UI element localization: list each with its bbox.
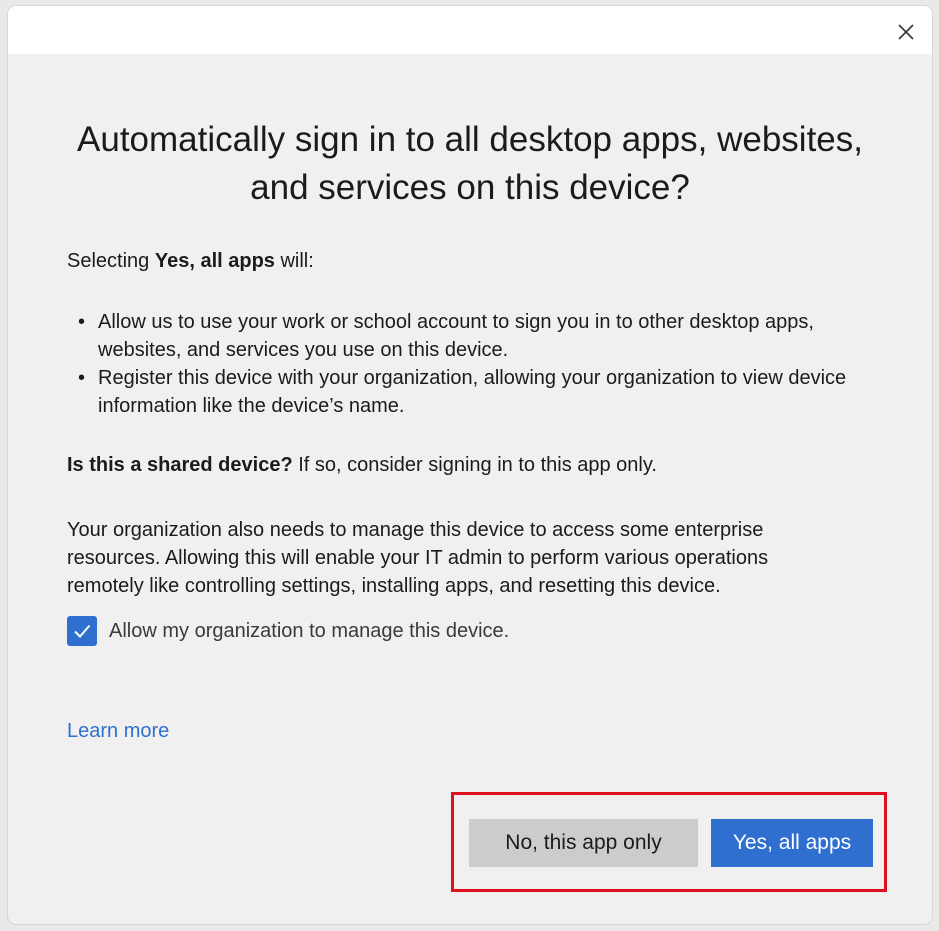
manage-device-checkbox-row[interactable]: Allow my organization to manage this dev… [67, 616, 509, 646]
intro-bold: Yes, all apps [154, 250, 275, 272]
manage-device-checkbox-label: Allow my organization to manage this dev… [109, 619, 510, 642]
bullet-item: Register this device with your organizat… [67, 364, 887, 420]
learn-more-link[interactable]: Learn more [67, 720, 169, 743]
dialog: Automatically sign in to all desktop app… [8, 6, 932, 924]
yes-all-apps-button[interactable]: Yes, all apps [711, 819, 873, 867]
intro-suffix: will: [274, 250, 314, 272]
checkmark-icon [74, 624, 91, 638]
bullet-item: Allow us to use your work or school acco… [67, 308, 887, 364]
shared-device-question: Is this a shared device? [67, 454, 293, 476]
manage-device-checkbox[interactable] [67, 616, 97, 646]
no-this-app-only-button[interactable]: No, this app only [469, 819, 698, 867]
close-button[interactable] [892, 18, 920, 46]
consent-bullet-list: Allow us to use your work or school acco… [67, 308, 887, 420]
shared-device-hint: If so, consider signing in to this app o… [292, 454, 657, 476]
manage-device-text: Your organization also needs to manage t… [67, 519, 769, 597]
intro-prefix: Selecting [67, 250, 155, 272]
dialog-heading: Automatically sign in to all desktop app… [77, 120, 863, 207]
close-icon [898, 24, 914, 40]
shared-device-text: Is this a shared device? If so, consider… [67, 451, 657, 479]
title-bar [8, 6, 932, 54]
intro-text: Selecting Yes, all apps will: [67, 247, 314, 275]
